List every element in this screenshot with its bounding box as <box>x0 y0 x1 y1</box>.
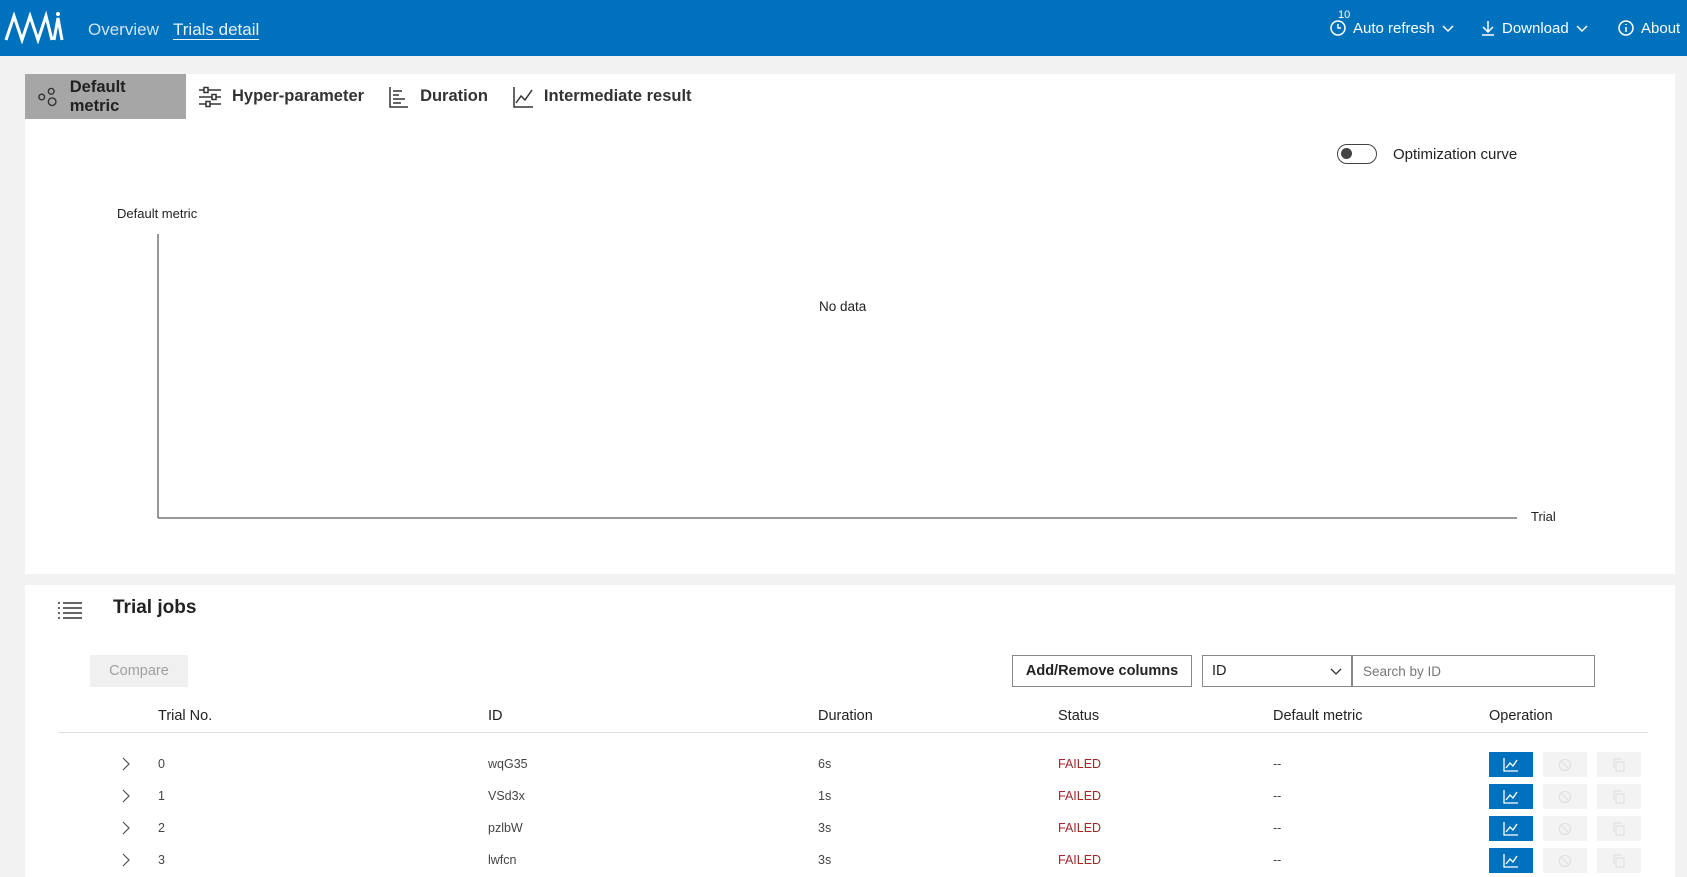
about-label: About <box>1641 19 1681 37</box>
cancel-icon <box>1559 854 1571 867</box>
chevron-right-icon[interactable] <box>120 788 132 804</box>
search-input[interactable] <box>1352 655 1595 687</box>
default-metric-cell: -- <box>1273 821 1282 835</box>
status-cell: FAILED <box>1058 853 1102 867</box>
table-row[interactable]: 3 lwfcn 3s FAILED -- <box>58 845 1648 877</box>
chevron-right-icon[interactable] <box>120 820 132 836</box>
select-value: ID <box>1212 663 1227 679</box>
duration-cell: 3s <box>818 853 832 867</box>
default-metric-cell: -- <box>1273 853 1282 867</box>
auto-refresh-button[interactable]: Auto refresh <box>1329 19 1455 37</box>
cancel-icon <box>1559 822 1571 835</box>
copy-trial-button <box>1597 848 1641 873</box>
kill-trial-button <box>1543 848 1587 873</box>
status-cell: FAILED <box>1058 757 1102 771</box>
top-nav-bar: Overview Trials detail 10 Auto refresh D… <box>0 0 1687 56</box>
column-header-trial-no[interactable]: Trial No. <box>158 708 212 724</box>
search-field-select[interactable]: ID <box>1202 655 1352 687</box>
column-header-duration[interactable]: Duration <box>818 708 873 724</box>
line-chart-icon <box>1503 757 1518 772</box>
trial-jobs-panel: Trial jobs Compare Add/Remove columns ID… <box>25 585 1675 877</box>
copy-trial-button <box>1597 816 1641 841</box>
default-metric-cell: -- <box>1273 789 1282 803</box>
compare-button[interactable]: Compare <box>90 655 188 687</box>
no-data-message: No data <box>819 299 867 314</box>
column-header-operation: Operation <box>1489 708 1553 724</box>
clock-icon <box>1330 20 1346 36</box>
copy-trial-button <box>1597 784 1641 809</box>
chevron-right-icon[interactable] <box>120 756 132 772</box>
copy-icon <box>1613 854 1625 867</box>
download-label: Download <box>1502 19 1569 37</box>
nni-logo[interactable] <box>4 10 64 44</box>
line-chart-icon <box>1503 853 1518 868</box>
trial-no-cell: 3 <box>158 853 165 867</box>
download-icon <box>1482 21 1494 36</box>
view-intermediate-result-button[interactable] <box>1489 784 1533 809</box>
column-header-status[interactable]: Status <box>1058 708 1099 724</box>
trial-jobs-title: Trial jobs <box>113 597 197 618</box>
auto-refresh-label: Auto refresh <box>1353 19 1435 37</box>
nav-overview-link[interactable]: Overview <box>88 20 159 40</box>
download-button[interactable]: Download <box>1480 19 1589 37</box>
add-remove-columns-button[interactable]: Add/Remove columns <box>1012 655 1192 687</box>
copy-icon <box>1613 758 1625 771</box>
table-row[interactable]: 1 VSd3x 1s FAILED -- <box>58 781 1648 813</box>
default-metric-cell: -- <box>1273 757 1282 771</box>
status-cell: FAILED <box>1058 789 1102 803</box>
default-metric-chart: Default metric Trial No data <box>117 206 1556 524</box>
list-icon <box>58 602 82 619</box>
status-cell: FAILED <box>1058 821 1102 835</box>
column-header-id[interactable]: ID <box>488 708 503 724</box>
chevron-down-icon <box>1576 25 1588 33</box>
chevron-down-icon <box>1330 668 1342 675</box>
duration-cell: 3s <box>818 821 832 835</box>
chevron-down-icon <box>1442 25 1454 33</box>
trial-id-cell: VSd3x <box>488 789 525 803</box>
copy-icon <box>1613 790 1625 803</box>
copy-icon <box>1613 822 1625 835</box>
trial-id-cell: wqG35 <box>488 757 528 771</box>
kill-trial-button <box>1543 816 1587 841</box>
trial-no-cell: 1 <box>158 789 165 803</box>
table-row[interactable]: 2 pzlbW 3s FAILED -- <box>58 813 1648 845</box>
line-chart-icon <box>1503 821 1518 836</box>
duration-cell: 6s <box>818 757 832 771</box>
cancel-icon <box>1559 790 1571 803</box>
view-intermediate-result-button[interactable] <box>1489 848 1533 873</box>
nav-trials-detail-link[interactable]: Trials detail <box>173 20 259 40</box>
chevron-right-icon[interactable] <box>120 852 132 868</box>
column-header-default-metric[interactable]: Default metric <box>1273 708 1362 724</box>
trial-id-cell: lwfcn <box>488 853 517 867</box>
view-intermediate-result-button[interactable] <box>1489 752 1533 777</box>
view-intermediate-result-button[interactable] <box>1489 816 1533 841</box>
cancel-icon <box>1559 758 1571 771</box>
table-row[interactable]: 0 wqG35 6s FAILED -- <box>58 749 1648 781</box>
line-chart-icon <box>1503 789 1518 804</box>
y-axis-label: Default metric <box>117 206 198 221</box>
copy-trial-button <box>1597 752 1641 777</box>
trial-no-cell: 0 <box>158 757 165 771</box>
trial-id-cell: pzlbW <box>488 821 523 835</box>
info-icon <box>1618 20 1634 36</box>
chart-panel: Default metric Hyper-parameter Duration … <box>25 74 1675 574</box>
about-button[interactable]: About <box>1617 19 1680 37</box>
x-axis-label: Trial <box>1531 509 1556 524</box>
kill-trial-button <box>1543 784 1587 809</box>
duration-cell: 1s <box>818 789 832 803</box>
table-header: Trial No. ID Duration Status Default met… <box>58 703 1648 733</box>
trial-no-cell: 2 <box>158 821 165 835</box>
kill-trial-button <box>1543 752 1587 777</box>
